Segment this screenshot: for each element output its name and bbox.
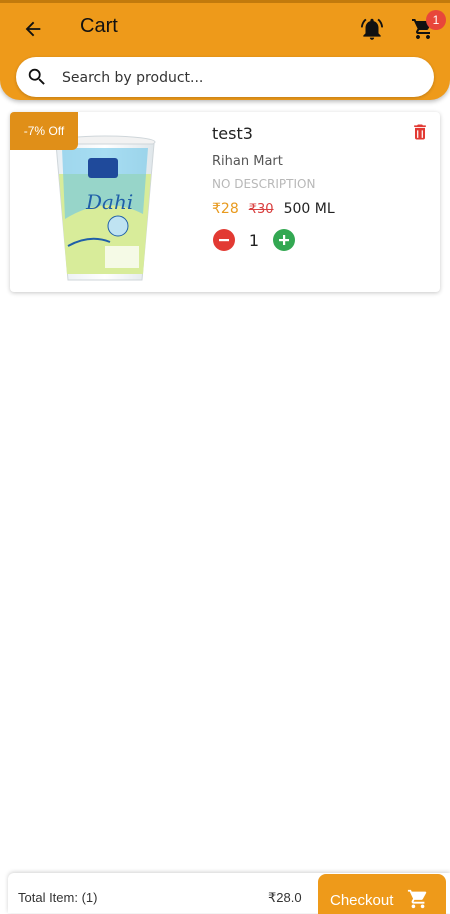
cart-count-badge: 1 xyxy=(426,10,446,30)
status-strip xyxy=(0,0,450,3)
total-items-label: Total Item: (1) xyxy=(18,890,98,905)
delete-button[interactable] xyxy=(410,122,430,146)
search-input[interactable] xyxy=(60,65,424,91)
search-bar[interactable] xyxy=(16,57,434,97)
page-title: Cart xyxy=(80,15,118,37)
trash-icon xyxy=(414,124,426,140)
total-amount: ₹28.0 xyxy=(268,890,302,905)
product-size: 500 ML xyxy=(283,201,335,217)
plus-icon xyxy=(279,235,289,245)
notifications-button[interactable] xyxy=(358,14,386,44)
cart-item-card[interactable]: Dahi -7% Off test3 Rihan Mart NO DESCRIP… xyxy=(10,112,440,292)
store-name: Rihan Mart xyxy=(212,154,283,169)
product-image: Dahi xyxy=(50,134,160,284)
cart-summary-bar: Total Item: (1) ₹28.0 Checkout xyxy=(8,873,450,914)
checkout-label: Checkout xyxy=(330,891,394,909)
app-header: Cart 1 xyxy=(0,0,450,100)
checkout-button[interactable]: Checkout xyxy=(318,874,446,914)
minus-icon xyxy=(219,239,229,242)
quantity-value: 1 xyxy=(248,230,260,250)
price-row: ₹28 ₹30 500 ML xyxy=(212,201,335,217)
original-price: ₹30 xyxy=(248,202,274,217)
decrement-button[interactable] xyxy=(213,229,235,251)
product-name: test3 xyxy=(212,124,253,143)
discount-badge: -7% Off xyxy=(10,112,78,150)
back-button[interactable] xyxy=(18,14,48,44)
search-icon xyxy=(28,68,45,85)
current-price: ₹28 xyxy=(212,201,239,217)
arrow-left-icon xyxy=(25,21,41,37)
quantity-stepper: 1 xyxy=(213,229,295,251)
product-description: NO DESCRIPTION xyxy=(212,177,316,191)
shopping-cart-icon xyxy=(408,889,427,909)
bell-ringing-icon xyxy=(360,18,384,40)
increment-button[interactable] xyxy=(273,229,295,251)
svg-text:Dahi: Dahi xyxy=(85,190,133,214)
